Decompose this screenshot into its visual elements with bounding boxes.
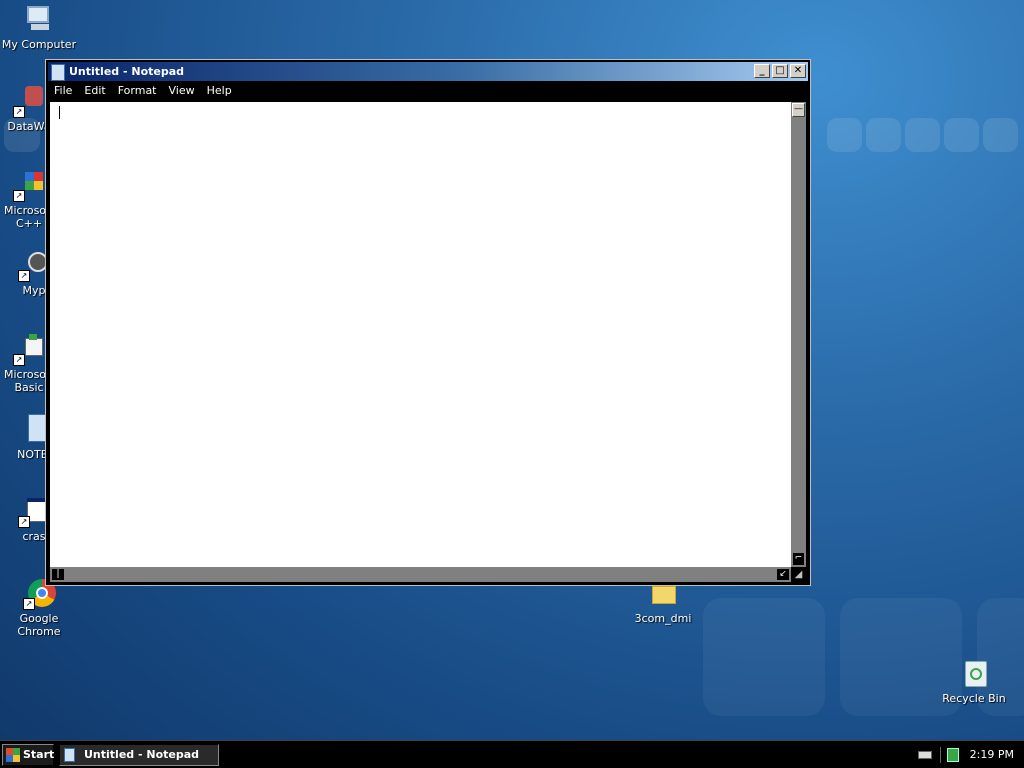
desktop-icon-label: Google Chrome — [17, 612, 61, 638]
menu-edit[interactable]: Edit — [78, 81, 111, 101]
tray-divider — [940, 747, 941, 763]
text-caret — [59, 106, 60, 119]
maximize-icon: □ — [775, 65, 785, 76]
scroll-up-icon: — — [794, 104, 803, 114]
shortcut-arrow-icon: ↗ — [18, 270, 30, 282]
desktop-icon-google-chrome[interactable]: ↗ Google Chrome — [0, 578, 78, 638]
desktop-icon-label: Recycle Bin — [942, 692, 1006, 705]
taskbar-button-notepad[interactable]: Untitled - Notepad — [59, 744, 219, 766]
start-button[interactable]: Start — [2, 744, 54, 766]
desktop-decoration — [905, 118, 940, 152]
desktop-icon-recycle-bin[interactable]: Recycle Bin — [935, 658, 1013, 705]
taskbar-button-label: Untitled - Notepad — [84, 748, 200, 761]
shortcut-arrow-icon: ↗ — [13, 354, 25, 366]
scroll-right-icon: ↙ — [779, 569, 787, 579]
menu-format[interactable]: Format — [112, 81, 163, 101]
text-editor-area[interactable] — [50, 102, 791, 567]
network-icon[interactable] — [947, 748, 959, 762]
close-icon: ✕ — [793, 65, 803, 76]
desktop-decoration — [944, 118, 979, 152]
menu-help[interactable]: Help — [201, 81, 238, 101]
scroll-down-button[interactable]: ⌐ — [792, 552, 805, 566]
my-computer-icon — [23, 4, 55, 36]
horizontal-scrollbar[interactable]: | ↙ — [50, 567, 791, 582]
menu-file[interactable]: File — [48, 81, 78, 101]
desktop-icon-label: My Computer — [1, 38, 77, 51]
menu-bar: File Edit Format View Help — [48, 81, 808, 101]
close-button[interactable]: ✕ — [790, 64, 806, 78]
minimize-icon: _ — [759, 65, 765, 76]
notepad-window: Untitled - Notepad _ □ ✕ File Edit Forma… — [45, 59, 811, 586]
recycle-bin-icon — [958, 658, 990, 690]
scroll-left-button[interactable]: | — [51, 568, 65, 581]
scroll-right-button[interactable]: ↙ — [776, 568, 790, 581]
title-bar[interactable]: Untitled - Notepad _ □ ✕ — [48, 62, 808, 81]
minimize-button[interactable]: _ — [754, 64, 770, 78]
desktop-decoration — [703, 598, 825, 716]
datawa-icon: ↗ — [13, 86, 45, 118]
window-controls: _ □ ✕ — [754, 64, 806, 78]
notepad-icon — [64, 748, 75, 762]
menu-view[interactable]: View — [163, 81, 201, 101]
shortcut-arrow-icon: ↗ — [23, 598, 35, 610]
notepad-icon — [51, 64, 65, 81]
taskbar: Start Untitled - Notepad 2:19 PM — [0, 740, 1024, 768]
shortcut-arrow-icon: ↗ — [18, 516, 30, 528]
system-tray: 2:19 PM — [912, 744, 1022, 766]
desktop-icon-label: 3com_dmi — [634, 612, 692, 625]
vertical-scrollbar[interactable]: — ⌐ — [791, 102, 806, 567]
windows-logo-icon — [6, 748, 20, 762]
scroll-down-icon: ⌐ — [794, 553, 803, 563]
window-title: Untitled - Notepad — [69, 65, 185, 78]
clock[interactable]: 2:19 PM — [970, 744, 1014, 766]
shortcut-arrow-icon: ↗ — [13, 106, 25, 118]
resize-grip-icon[interactable]: ◢ — [791, 567, 806, 582]
visual-cpp-icon: ↗ — [13, 170, 45, 202]
shortcut-arrow-icon: ↗ — [13, 190, 25, 202]
maximize-button[interactable]: □ — [772, 64, 788, 78]
start-label: Start — [23, 748, 55, 761]
scroll-left-icon: | — [56, 569, 60, 579]
visual-basic-icon: ↗ — [13, 334, 45, 366]
desktop-decoration — [983, 118, 1018, 152]
scroll-up-button[interactable]: — — [792, 103, 805, 117]
desktop-decoration — [866, 118, 901, 152]
desktop-icon-my-computer[interactable]: My Computer — [0, 4, 78, 51]
keyboard-icon[interactable] — [918, 751, 932, 759]
desktop-decoration — [827, 118, 862, 152]
